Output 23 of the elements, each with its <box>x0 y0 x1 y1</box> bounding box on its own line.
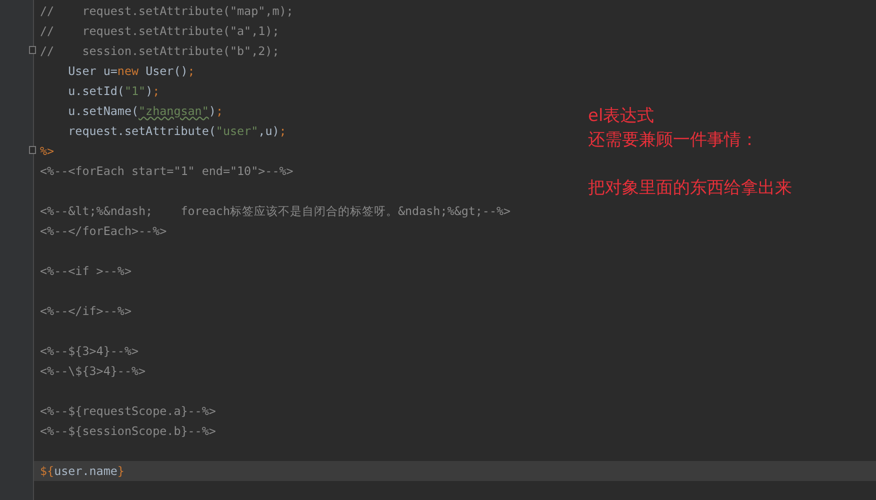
code-line: <%--<if >--%> <box>40 264 132 278</box>
code-line: <%--\${3>4}--%> <box>40 364 146 378</box>
code-line: request.setAttribute("user",u); <box>67 124 286 138</box>
annotation-text: 还需要兼顾一件事情： <box>588 129 759 152</box>
code-line: <%--</if>--%> <box>40 304 132 318</box>
annotation-text: el表达式 <box>588 105 656 128</box>
code-line: // request.setAttribute("a",1); <box>40 24 280 38</box>
code-line: %> <box>40 144 54 158</box>
code-line: <%--${3>4}--%> <box>40 344 139 358</box>
code-line: <%--</forEach>--%> <box>40 224 167 238</box>
code-line: // request.setAttribute("map",m); <box>40 4 294 18</box>
code-line: User u=new User(); <box>67 64 195 78</box>
code-line: <%--<forEach start="1" end="10">--%> <box>40 164 294 178</box>
code-line: u.setName("zhangsan"); <box>67 104 223 118</box>
annotation-text: 把对象里面的东西给拿出来 <box>588 177 792 200</box>
code-line: ${user.name} <box>40 464 124 478</box>
code-line: u.setId("1"); <box>67 84 160 98</box>
fold-icon[interactable] <box>29 46 36 54</box>
code-line: // session.setAttribute("b",2); <box>40 44 280 58</box>
code-line: <%--&lt;%&ndash; foreach标签应该不是自闭合的标签呀。&ndash;%&gt;--%> <box>40 204 511 218</box>
fold-icon[interactable] <box>29 146 36 154</box>
code-line: <%--${requestScope.a}--%> <box>40 404 216 418</box>
code-line: <%--${sessionScope.b}--%> <box>40 424 216 438</box>
